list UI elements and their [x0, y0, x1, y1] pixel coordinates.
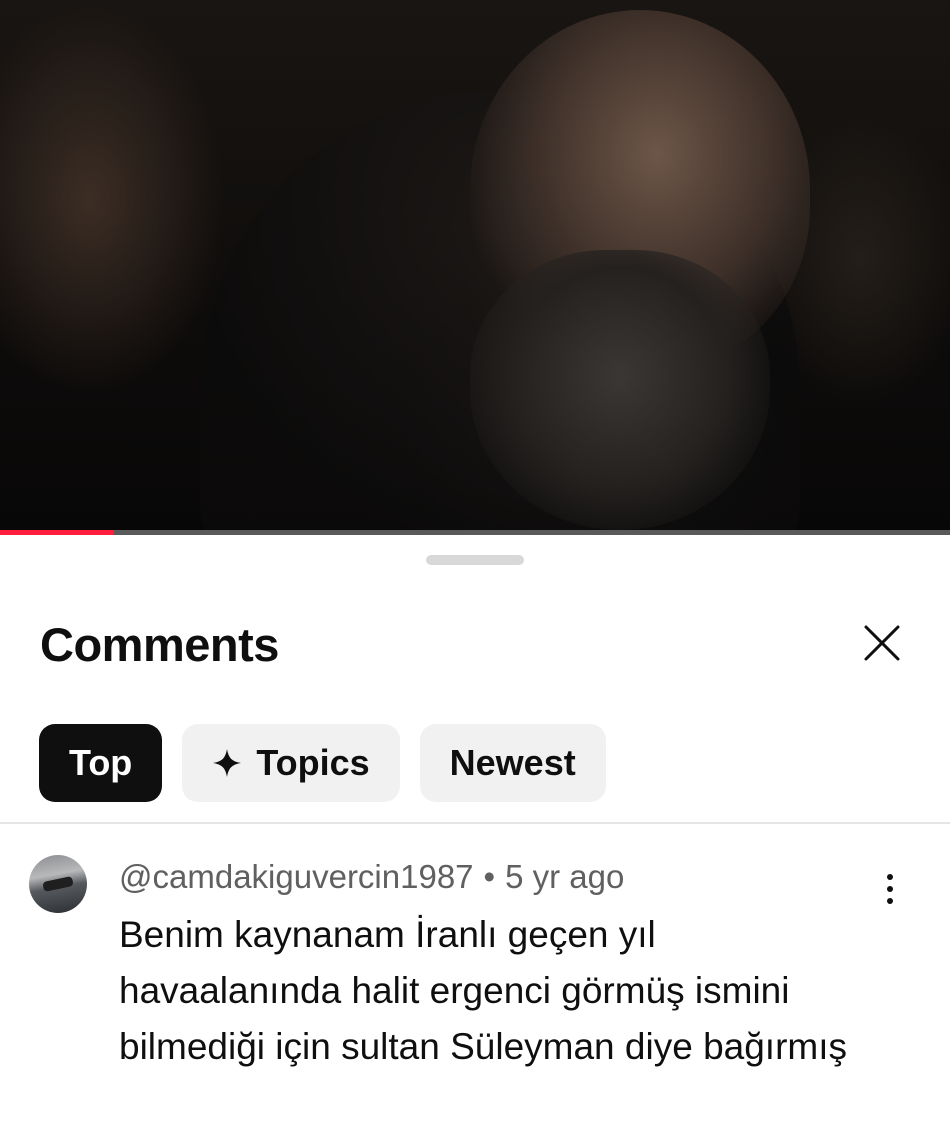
- video-progress-fill: [0, 530, 114, 535]
- tab-newest-label: Newest: [449, 742, 576, 783]
- divider: [0, 822, 950, 824]
- comment-time: 5 yr ago: [505, 858, 625, 895]
- tab-topics-label: Topics: [256, 742, 370, 783]
- comment-meta: @camdakiguvercin1987 • 5 yr ago: [119, 858, 624, 896]
- close-icon: [864, 625, 900, 661]
- comment-text: Benim kaynanam İranlı geçen yıl havaalan…: [119, 914, 848, 1067]
- close-button[interactable]: [858, 619, 906, 667]
- meta-separator: •: [483, 858, 496, 895]
- avatar[interactable]: [29, 855, 87, 913]
- video-progress-bar[interactable]: [0, 530, 950, 535]
- more-options-button[interactable]: [872, 865, 908, 913]
- tab-top-label: Top: [69, 742, 133, 783]
- comment-sort-tabs: Top Topics Newest: [39, 724, 606, 802]
- tab-top[interactable]: Top: [39, 724, 163, 802]
- comment-author[interactable]: @camdakiguvercin1987: [119, 858, 474, 895]
- tab-newest[interactable]: Newest: [419, 724, 606, 802]
- comments-sheet: Comments Top Topics Newest @camdakiguver…: [0, 537, 950, 1148]
- more-vert-icon-dot: [887, 898, 893, 904]
- drag-handle[interactable]: [426, 555, 524, 565]
- more-vert-icon: [887, 874, 893, 880]
- video-player[interactable]: [0, 0, 950, 534]
- sheet-title: Comments: [40, 618, 279, 671]
- tab-topics[interactable]: Topics: [182, 724, 400, 802]
- sparkle-icon: [212, 748, 242, 778]
- video-beard-shape: [470, 250, 770, 530]
- more-vert-icon-dot: [887, 886, 893, 892]
